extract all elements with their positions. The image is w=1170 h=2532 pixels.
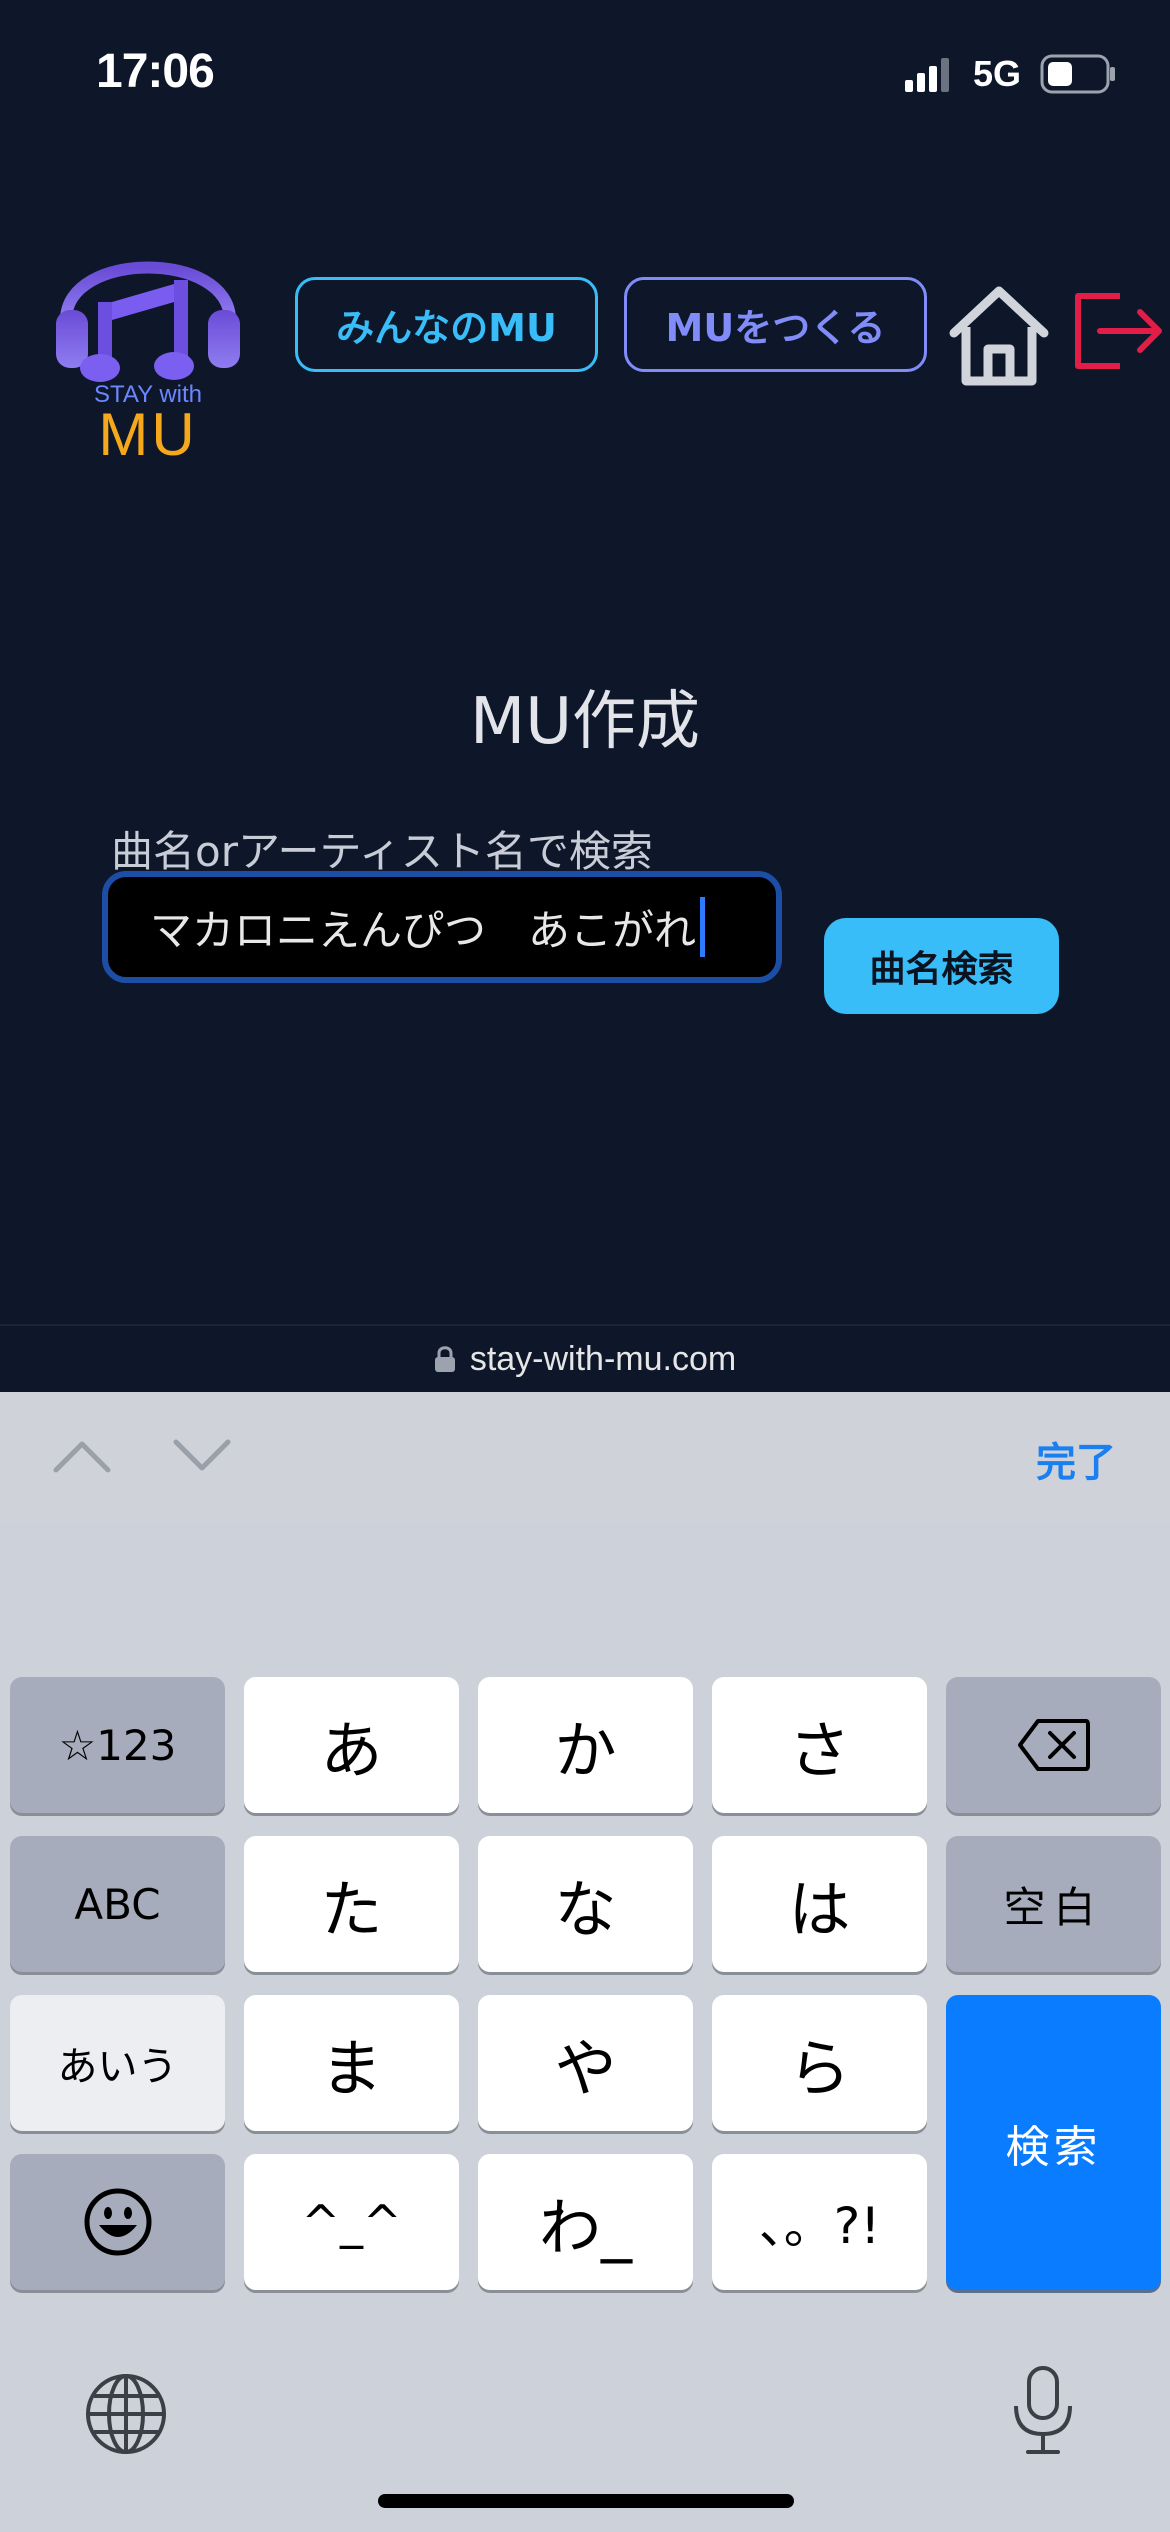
network-label: 5G [973, 53, 1022, 94]
done-button[interactable]: 完了 [1036, 1430, 1116, 1488]
emoji-smiley-icon [84, 2188, 151, 2256]
globe-icon[interactable] [84, 2372, 168, 2456]
home-icon[interactable] [946, 283, 1052, 389]
key-na-row[interactable]: な [478, 1836, 693, 1972]
key-sa-row[interactable]: さ [712, 1677, 927, 1813]
cellular-signal-icon [905, 58, 949, 92]
key-abc-mode[interactable]: ABC [10, 1836, 225, 1972]
home-indicator [378, 2494, 794, 2508]
search-label: 曲名orアーティスト名で検索 [111, 827, 653, 876]
key-ka-row[interactable]: か [478, 1677, 693, 1813]
key-space[interactable]: 空白 [946, 1836, 1161, 1972]
chevron-down-icon[interactable] [172, 1436, 232, 1476]
key-emoji[interactable] [10, 2154, 225, 2290]
key-wa-row[interactable]: わ_ [478, 2154, 693, 2290]
song-search-button[interactable]: 曲名検索 [824, 918, 1059, 1014]
key-kaomoji[interactable]: ^_^ [244, 2154, 459, 2290]
browser-url: stay-with-mu.com [469, 1339, 737, 1378]
chevron-up-icon[interactable] [52, 1436, 112, 1476]
key-kana-mode[interactable]: あいう [10, 1995, 225, 2131]
lock-icon [434, 1346, 455, 1372]
key-ma-row[interactable]: ま [244, 1995, 459, 2131]
key-ta-row[interactable]: た [244, 1836, 459, 1972]
key-ra-row[interactable]: ら [712, 1995, 927, 2131]
key-a-row[interactable]: あ [244, 1677, 459, 1813]
key-search[interactable]: 検索 [946, 1995, 1161, 2290]
search-input-value: マカロニえんぴつ あこがれ [150, 905, 697, 955]
text-caret [700, 897, 706, 957]
nav-create-mu-button[interactable]: MUをつくる [624, 277, 927, 372]
key-ha-row[interactable]: は [712, 1836, 927, 1972]
key-ya-row[interactable]: や [478, 1995, 693, 2131]
nav-everyone-mu-button[interactable]: みんなのMU [295, 277, 598, 372]
logout-icon[interactable] [1070, 290, 1164, 372]
browser-url-bar[interactable]: stay-with-mu.com [0, 1324, 1170, 1392]
page-title: MU作成 [469, 685, 701, 759]
delete-backspace-icon [1017, 1719, 1090, 1771]
key-punctuation[interactable]: 、。?! [712, 2154, 927, 2290]
status-time: 17:06 [96, 45, 215, 98]
microphone-icon[interactable] [1008, 2364, 1078, 2458]
battery-icon [1040, 54, 1115, 94]
key-delete[interactable] [946, 1677, 1161, 1813]
logo-wordmark: MU [98, 401, 198, 468]
key-number-mode[interactable]: ☆123 [10, 1677, 225, 1813]
search-input[interactable]: マカロニえんぴつ あこがれ [102, 871, 782, 983]
